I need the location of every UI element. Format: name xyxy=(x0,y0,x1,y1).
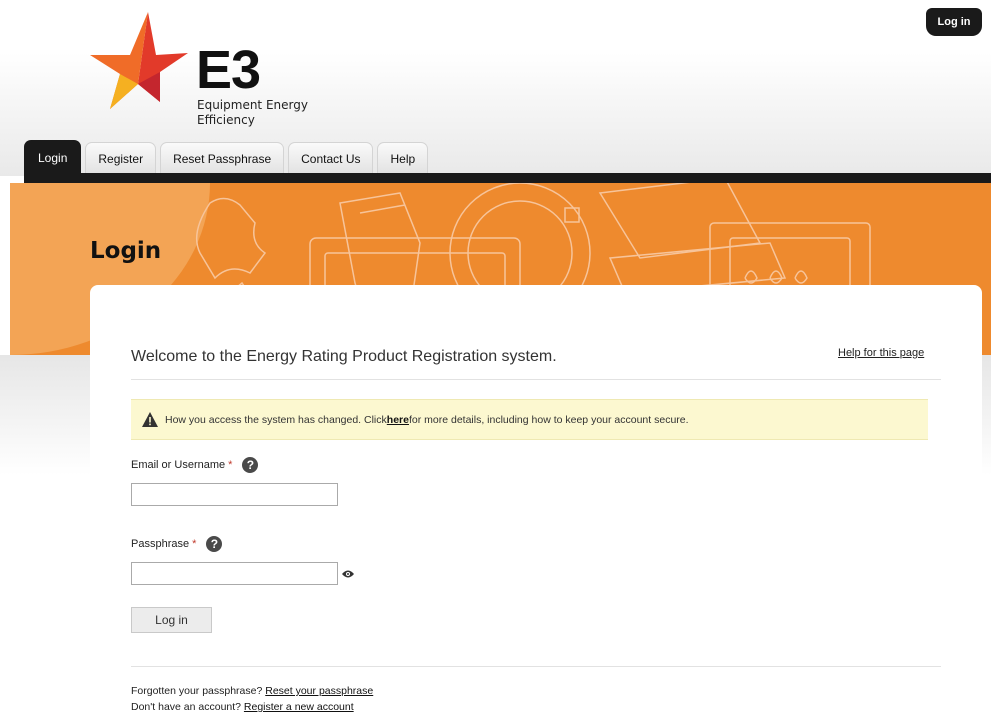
login-submit-button[interactable]: Log in xyxy=(131,607,212,633)
logo-mark: E3 xyxy=(196,40,261,100)
passphrase-label: Passphrase * ? xyxy=(131,536,223,552)
help-circle-icon[interactable]: ? xyxy=(242,457,259,473)
help-circle-icon[interactable]: ? xyxy=(206,536,223,552)
email-input[interactable] xyxy=(131,483,338,506)
tab-help[interactable]: Help xyxy=(377,142,429,174)
forgot-passphrase-line: Forgotten your passphrase? Reset your pa… xyxy=(131,685,374,697)
divider xyxy=(131,379,941,380)
tab-login[interactable]: Login xyxy=(24,140,82,174)
help-for-page-link[interactable]: Help for this page xyxy=(838,347,924,359)
email-label: Email or Username * ? xyxy=(131,457,259,473)
notice-text-after: for more details, including how to keep … xyxy=(408,413,689,426)
tab-contact-us[interactable]: Contact Us xyxy=(288,142,374,174)
welcome-heading: Welcome to the Energy Rating Product Reg… xyxy=(131,348,557,365)
notice-banner: How you access the system has changed. C… xyxy=(131,399,928,440)
header-login-button[interactable]: Log in xyxy=(926,8,982,36)
register-line: Don't have an account? Register a new ac… xyxy=(131,701,354,713)
required-marker: * xyxy=(192,538,197,550)
page-title: Login xyxy=(90,238,162,264)
notice-here-link[interactable]: here xyxy=(387,414,409,426)
divider xyxy=(131,666,941,667)
warning-icon xyxy=(142,412,158,427)
notice-text-before: How you access the system has changed. C… xyxy=(165,413,387,426)
main-nav: Login Register Reset Passphrase Contact … xyxy=(24,140,429,174)
show-passphrase-eye-icon[interactable] xyxy=(342,569,354,579)
tab-register[interactable]: Register xyxy=(85,142,157,174)
nav-underline-bar xyxy=(24,173,991,183)
logo-subtitle: Equipment Energy Efficiency xyxy=(197,98,308,127)
login-card: Welcome to the Energy Rating Product Reg… xyxy=(90,285,982,721)
required-marker: * xyxy=(228,459,233,471)
reset-passphrase-link[interactable]: Reset your passphrase xyxy=(265,685,373,697)
passphrase-input[interactable] xyxy=(131,562,338,585)
tab-reset-passphrase[interactable]: Reset Passphrase xyxy=(160,142,285,174)
register-account-link[interactable]: Register a new account xyxy=(244,701,354,713)
